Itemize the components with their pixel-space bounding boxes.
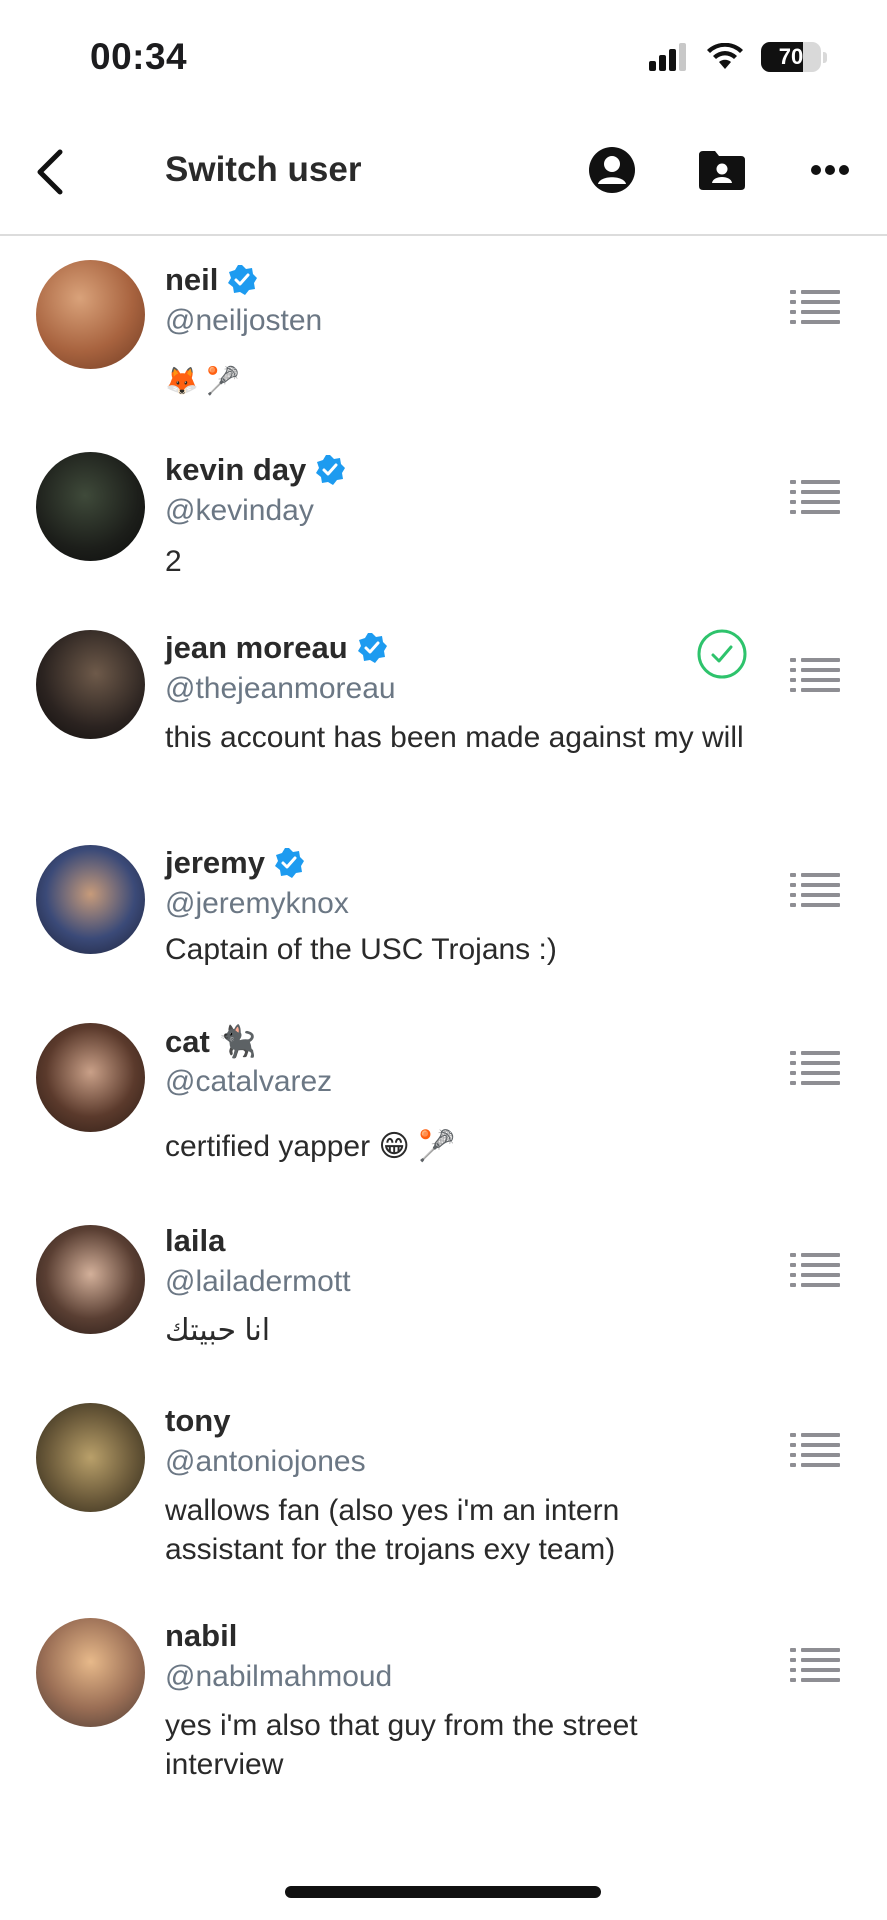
account-menu-button[interactable] <box>790 288 842 324</box>
name-line: neil <box>165 262 258 298</box>
name-line: jean moreau <box>165 630 388 666</box>
battery-icon: 70 <box>761 42 821 72</box>
status-icons: 70 <box>649 42 827 72</box>
user-circle-icon <box>589 147 635 193</box>
account-name: jean moreau <box>165 630 348 665</box>
account-menu-button[interactable] <box>790 1646 842 1682</box>
account-row-laila[interactable]: laila @lailadermott انا حبيتك <box>0 1197 887 1377</box>
account-row-nabil[interactable]: nabil @nabilmahmoud yes i'm also that gu… <box>0 1592 887 1807</box>
verified-badge-icon <box>357 633 387 663</box>
profile-button[interactable] <box>584 142 640 198</box>
battery-percent: 70 <box>778 44 804 69</box>
account-row-kevin-day[interactable]: kevin day @kevinday 2 <box>0 426 887 604</box>
list-icon <box>790 658 840 692</box>
account-bio: certified yapper 😁 🥍 <box>165 1130 456 1163</box>
account-handle: @thejeanmoreau <box>165 672 396 705</box>
account-row-jeremy[interactable]: jeremy @jeremyknox Captain of the USC Tr… <box>0 819 887 997</box>
account-row-cat[interactable]: cat 🐈‍⬛ @catalvarez certified yapper 😁 🥍 <box>0 997 887 1197</box>
account-bio: this account has been made against my wi… <box>165 721 744 754</box>
name-line: jeremy <box>165 845 305 881</box>
more-horizontal-icon <box>811 165 849 175</box>
account-name: cat 🐈‍⬛ <box>165 1024 258 1059</box>
name-line: tony <box>165 1403 230 1439</box>
account-bio: Captain of the USC Trojans :) <box>165 933 557 966</box>
account-list: neil @neiljosten 🦊 🥍 kevin day @kevinday… <box>0 236 887 1836</box>
page-title: Switch user <box>165 150 362 189</box>
home-indicator <box>285 1886 601 1898</box>
account-row-tony[interactable]: tony @antoniojones wallows fan (also yes… <box>0 1377 887 1592</box>
name-line: cat 🐈‍⬛ <box>165 1023 257 1060</box>
avatar <box>36 1225 145 1334</box>
chevron-left-icon <box>37 149 63 195</box>
account-menu-button[interactable] <box>790 656 842 692</box>
account-name: tony <box>165 1403 231 1438</box>
account-name: jeremy <box>165 845 265 880</box>
battery-nub <box>823 51 827 63</box>
account-bio: انا حبيتك <box>165 1314 271 1347</box>
avatar <box>36 1618 145 1727</box>
status-bar: 00:34 70 <box>0 0 887 110</box>
cellular-signal-icon <box>649 43 686 71</box>
account-name: laila <box>165 1223 226 1258</box>
contacts-folder-button[interactable] <box>694 142 750 198</box>
account-handle: @kevinday <box>165 494 314 527</box>
avatar <box>36 452 145 561</box>
account-name: kevin day <box>165 452 307 487</box>
wifi-icon <box>707 43 743 69</box>
account-row-jean-moreau[interactable]: jean moreau @thejeanmoreau this account … <box>0 604 887 819</box>
verified-badge-icon <box>228 265 258 295</box>
account-handle: @jeremyknox <box>165 887 349 920</box>
list-icon <box>790 1253 840 1287</box>
account-menu-button[interactable] <box>790 478 842 514</box>
account-bio: wallows fan (also yes i'm an intern assi… <box>165 1494 620 1566</box>
account-menu-button[interactable] <box>790 1049 842 1085</box>
avatar <box>36 630 145 739</box>
account-handle: @lailadermott <box>165 1265 351 1298</box>
account-menu-button[interactable] <box>790 871 842 907</box>
back-button[interactable] <box>30 146 74 198</box>
account-name: neil <box>165 262 219 297</box>
verified-badge-icon <box>274 848 304 878</box>
name-line: laila <box>165 1223 225 1259</box>
nav-bar: Switch user <box>0 110 887 236</box>
account-handle: @nabilmahmoud <box>165 1660 393 1693</box>
list-icon <box>790 1051 840 1085</box>
active-account-check <box>696 628 748 680</box>
list-icon <box>790 480 840 514</box>
account-handle: @catalvarez <box>165 1065 333 1098</box>
status-time: 00:34 <box>90 36 188 77</box>
list-icon <box>790 873 840 907</box>
account-row-neil[interactable]: neil @neiljosten 🦊 🥍 <box>0 236 887 426</box>
avatar <box>36 845 145 954</box>
list-icon <box>790 290 840 324</box>
more-options-button[interactable] <box>802 142 858 198</box>
avatar <box>36 1023 145 1132</box>
account-handle: @neiljosten <box>165 304 323 337</box>
name-line: nabil <box>165 1618 237 1654</box>
avatar <box>36 1403 145 1512</box>
name-line: kevin day <box>165 452 346 488</box>
account-name: nabil <box>165 1618 238 1653</box>
account-bio: 🦊 🥍 <box>165 366 240 396</box>
account-handle: @antoniojones <box>165 1445 366 1478</box>
list-icon <box>790 1433 840 1467</box>
account-menu-button[interactable] <box>790 1431 842 1467</box>
account-bio: 2 <box>165 545 182 578</box>
account-menu-button[interactable] <box>790 1251 842 1287</box>
account-bio: yes i'm also that guy from the street in… <box>165 1709 638 1781</box>
contact-folder-icon <box>699 151 745 190</box>
list-icon <box>790 1648 840 1682</box>
avatar <box>36 260 145 369</box>
check-circle-icon <box>697 629 747 679</box>
verified-badge-icon <box>316 455 346 485</box>
